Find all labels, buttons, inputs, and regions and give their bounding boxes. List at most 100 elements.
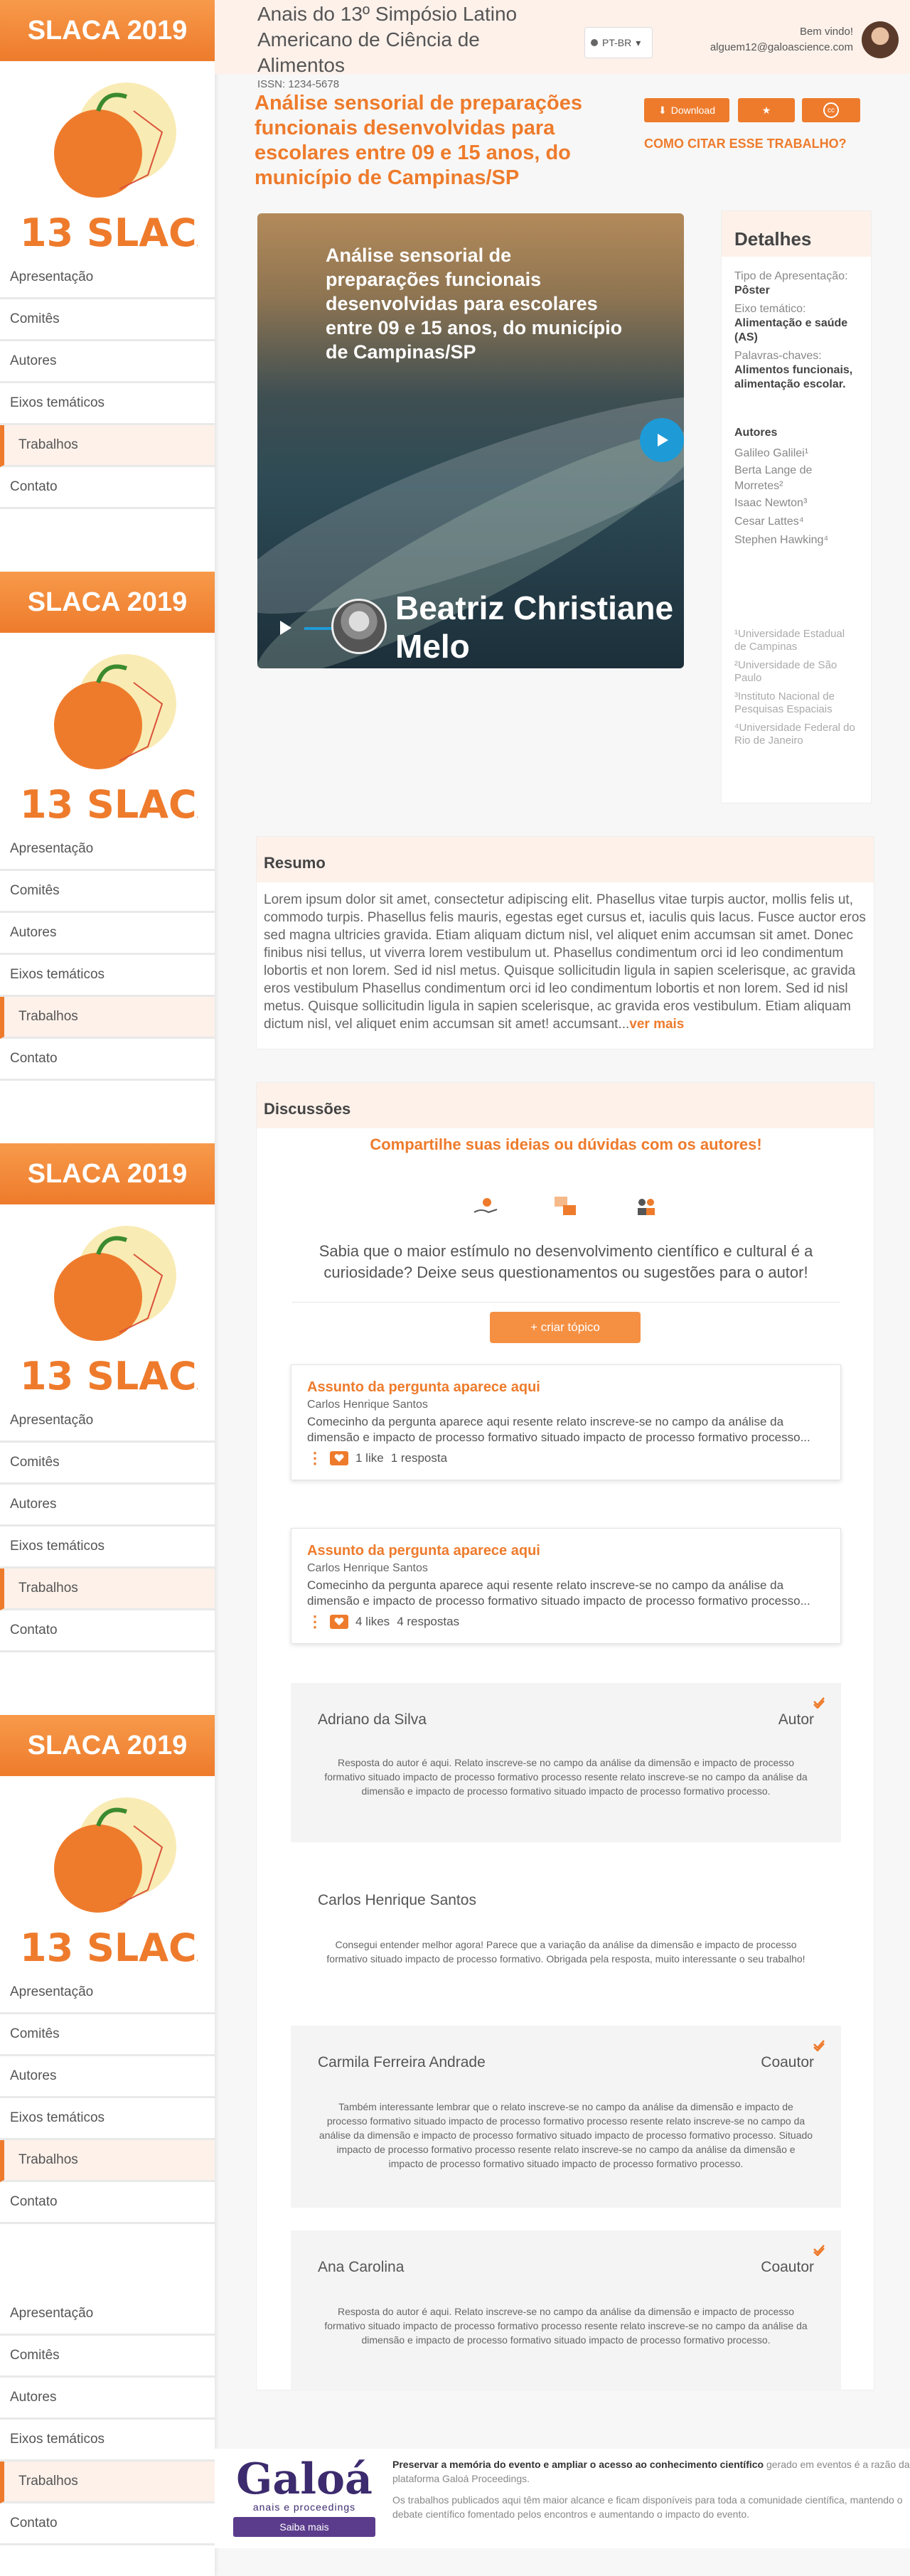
event-logo: 13 SLACA bbox=[0, 61, 215, 257]
download-icon: ⬇ bbox=[658, 104, 667, 116]
hand-plant-icon bbox=[470, 1191, 501, 1222]
affiliations-list: ¹Universidade Estadual de Campinas ²Univ… bbox=[734, 628, 858, 747]
menu-item-autores[interactable]: Autores bbox=[0, 913, 215, 955]
play-button[interactable] bbox=[640, 418, 684, 462]
cite-link[interactable]: COMO CITAR ESSE TRABALHO? bbox=[644, 137, 847, 151]
keywords-label: Palavras-chaves: bbox=[734, 350, 822, 362]
author-item[interactable]: Cesar Lattes⁴ bbox=[734, 513, 858, 531]
heart-icon bbox=[334, 1454, 344, 1462]
sidebar-section: SLACA 2019 13 SLACA Apresentação Comitês… bbox=[0, 0, 215, 509]
sidebar-section: SLACA 2019 13 SLACA Apresentação Comitês… bbox=[0, 1143, 215, 1652]
menu-item-autores[interactable]: Autores bbox=[0, 341, 215, 383]
topic-card[interactable]: Assunto da pergunta aparece aqui Carlos … bbox=[291, 1528, 841, 1644]
menu-item-eixos[interactable]: Eixos temáticos bbox=[0, 1527, 215, 1568]
reply-count[interactable]: 4 respostas bbox=[397, 1615, 459, 1629]
menu-item-eixos[interactable]: Eixos temáticos bbox=[0, 383, 215, 425]
reply-author: Adriano da Silva bbox=[318, 1711, 427, 1728]
author-item[interactable]: Berta Lange de Morretes² bbox=[734, 463, 858, 494]
menu-item-apresentacao[interactable]: Apresentação bbox=[0, 1401, 215, 1443]
like-button[interactable] bbox=[330, 1615, 348, 1629]
reply-author: Carlos Henrique Santos bbox=[318, 1892, 476, 1908]
topic-footer: ⋮ 4 likes 4 respostas bbox=[307, 1614, 825, 1630]
play-icon[interactable] bbox=[274, 617, 296, 638]
read-more-link[interactable]: ver mais bbox=[629, 1017, 684, 1032]
menu-item-autores[interactable]: Autores bbox=[0, 1485, 215, 1527]
download-button[interactable]: ⬇ Download bbox=[644, 98, 729, 122]
sidebar-menu: Apresentação Comitês Autores Eixos temát… bbox=[0, 829, 215, 1081]
menu-item-eixos[interactable]: Eixos temáticos bbox=[0, 2420, 215, 2462]
sidebar-section: SLACA 2019 13 SLACA Apresentação Comitês… bbox=[0, 1715, 215, 2224]
abstract-text: Lorem ipsum dolor sit amet, consectetur … bbox=[264, 892, 866, 1032]
video-player[interactable]: Análise sensorial de preparações funcion… bbox=[257, 213, 684, 668]
menu-item-eixos[interactable]: Eixos temáticos bbox=[0, 2098, 215, 2140]
create-topic-button[interactable]: + criar tópico bbox=[490, 1312, 641, 1343]
topic-body: Comecinho da pergunta aparece aqui resen… bbox=[307, 1415, 810, 1444]
download-label: Download bbox=[670, 105, 715, 116]
logo-text: 13 SLACA bbox=[20, 1354, 198, 1396]
reply-text: Resposta do autor é aqui. Relato inscrev… bbox=[324, 2306, 808, 2346]
menu-item-contato[interactable]: Contato bbox=[0, 2503, 215, 2545]
menu-item-contato[interactable]: Contato bbox=[0, 2182, 215, 2224]
user-email[interactable]: alguem12@galoascience.com bbox=[710, 40, 853, 55]
topic-card[interactable]: Assunto da pergunta aparece aqui Carlos … bbox=[291, 1364, 841, 1480]
reply-role: Coautor bbox=[761, 2259, 814, 2275]
menu-item-apresentacao[interactable]: Apresentação bbox=[0, 257, 215, 299]
logo-text: 13 SLACA bbox=[20, 1925, 198, 1968]
menu-item-autores[interactable]: Autores bbox=[0, 2056, 215, 2098]
progress-bar[interactable] bbox=[304, 627, 333, 630]
menu-item-eixos[interactable]: Eixos temáticos bbox=[0, 955, 215, 997]
menu-item-trabalhos[interactable]: Trabalhos bbox=[0, 2140, 215, 2182]
reply-header: Carmila Ferreira Andrade Coautor bbox=[318, 2054, 814, 2071]
sidebar-menu: Apresentação Comitês Autores Eixos temát… bbox=[0, 1401, 215, 1652]
menu-item-apresentacao[interactable]: Apresentação bbox=[0, 829, 215, 871]
favorite-button[interactable]: ★ bbox=[738, 98, 795, 122]
author-item[interactable]: Stephen Hawking⁴ bbox=[734, 531, 858, 550]
menu-item-trabalhos[interactable]: Trabalhos bbox=[0, 997, 215, 1039]
menu-item-comites[interactable]: Comitês bbox=[0, 2336, 215, 2378]
menu-item-autores[interactable]: Autores bbox=[0, 2378, 215, 2420]
topic-title[interactable]: Assunto da pergunta aparece aqui bbox=[307, 1379, 825, 1396]
avatar[interactable] bbox=[862, 21, 899, 58]
double-check-icon bbox=[813, 2040, 825, 2051]
menu-item-contato[interactable]: Contato bbox=[0, 1610, 215, 1652]
more-options-icon[interactable]: ⋮ bbox=[307, 1614, 323, 1630]
reply-text: Consegui entender melhor agora! Parece q… bbox=[326, 1939, 805, 1965]
menu-item-apresentacao[interactable]: Apresentação bbox=[0, 2294, 215, 2336]
sidebar-menu: Apresentação Comitês Autores Eixos temát… bbox=[0, 257, 215, 509]
topic-title[interactable]: Assunto da pergunta aparece aqui bbox=[307, 1543, 825, 1559]
menu-item-comites[interactable]: Comitês bbox=[0, 299, 215, 341]
affiliation-item: ²Universidade de São Paulo bbox=[734, 659, 837, 684]
menu-item-contato[interactable]: Contato bbox=[0, 467, 215, 509]
footer-text: Preservar a memória do evento e ampliar … bbox=[392, 2457, 910, 2521]
issn: ISSN: 1234-5678 bbox=[257, 78, 340, 90]
menu-item-trabalhos[interactable]: Trabalhos bbox=[0, 2462, 215, 2503]
sidebar-section: SLACA 2019 13 SLACA Apresentação Comitês… bbox=[0, 572, 215, 1081]
abstract-heading: Resumo bbox=[257, 837, 874, 882]
galoa-logo: Galoá bbox=[236, 2454, 373, 2504]
menu-item-trabalhos[interactable]: Trabalhos bbox=[0, 1568, 215, 1610]
discussion-intro: Sabia que o maior estímulo no desenvolvi… bbox=[318, 1242, 813, 1281]
double-check-icon bbox=[813, 1697, 825, 1709]
menu-item-comites[interactable]: Comitês bbox=[0, 871, 215, 913]
top-bar: Anais do 13º Simpósio Latino Americano d… bbox=[215, 0, 910, 76]
event-logo: 13 SLACA bbox=[0, 1204, 215, 1401]
share-prompt: Compartilhe suas ideias ou dúvidas com o… bbox=[370, 1135, 762, 1153]
more-options-icon[interactable]: ⋮ bbox=[307, 1450, 323, 1466]
menu-item-contato[interactable]: Contato bbox=[0, 1039, 215, 1081]
like-count: 1 like bbox=[355, 1451, 384, 1465]
like-button[interactable] bbox=[330, 1451, 348, 1465]
learn-more-button[interactable]: Saiba mais bbox=[233, 2517, 375, 2537]
video-title: Análise sensorial de preparações funcion… bbox=[326, 245, 623, 363]
menu-item-comites[interactable]: Comitês bbox=[0, 1443, 215, 1485]
author-item[interactable]: Galileo Galilei¹ bbox=[734, 444, 858, 463]
reply-count[interactable]: 1 resposta bbox=[391, 1451, 447, 1465]
author-item[interactable]: Isaac Newton³ bbox=[734, 494, 858, 513]
authors-list: Galileo Galilei¹ Berta Lange de Morretes… bbox=[734, 444, 858, 550]
language-select[interactable]: PT-BR ▾ bbox=[584, 27, 653, 58]
people-icon bbox=[631, 1191, 662, 1222]
cc-license-button[interactable]: cc bbox=[802, 98, 860, 122]
event-banner: SLACA 2019 bbox=[0, 0, 215, 61]
menu-item-trabalhos[interactable]: Trabalhos bbox=[0, 425, 215, 467]
menu-item-apresentacao[interactable]: Apresentação bbox=[0, 1972, 215, 2014]
menu-item-comites[interactable]: Comitês bbox=[0, 2014, 215, 2056]
